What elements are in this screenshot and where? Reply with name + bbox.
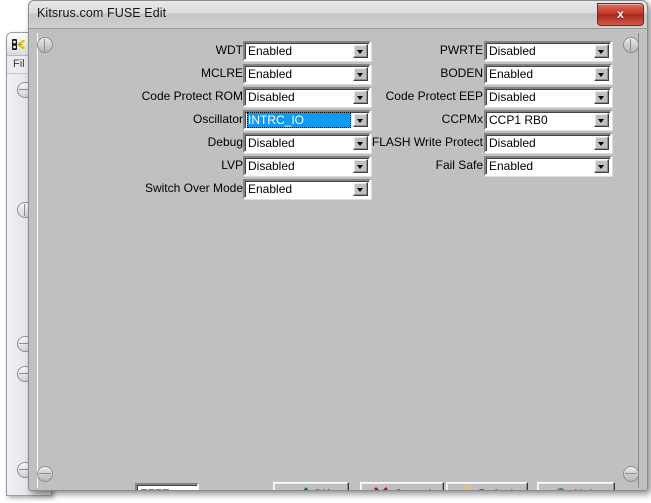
fuse-row-code-protect-eep: Code Protect EEP Disabled bbox=[319, 87, 629, 107]
fuse-label-switch-over-mode: Switch Over Mode bbox=[145, 181, 243, 195]
fuse-label-fail-safe: Fail Safe bbox=[436, 158, 483, 172]
fuse-value-flash-write-protect: Disabled bbox=[489, 136, 590, 151]
help-rest: elp bbox=[583, 487, 599, 491]
fuse-combo-fail-safe[interactable]: Enabled bbox=[484, 156, 612, 176]
svg-text:?: ? bbox=[557, 487, 565, 491]
ok-button[interactable]: OK bbox=[273, 482, 349, 491]
chevron-down-icon[interactable] bbox=[353, 182, 368, 196]
fuse-combo-ccpmx[interactable]: CCP1 RB0 bbox=[484, 110, 612, 130]
cancel-button-label: Cancel bbox=[394, 487, 431, 491]
fuse-label-mclre: MCLRE bbox=[201, 66, 243, 80]
chevron-down-icon[interactable] bbox=[594, 136, 609, 150]
default-button-label: Default bbox=[478, 487, 516, 491]
dialog-body: WDT Enabled MCLRE Enabled Code Protect R… bbox=[29, 29, 647, 491]
fuse-row-flash-write-protect: FLASH Write Protect Disabled bbox=[319, 133, 629, 153]
default-button[interactable]: Default bbox=[446, 482, 528, 491]
chip-programmer-icon bbox=[11, 37, 26, 52]
fuse-label-code-protect-rom: Code Protect ROM bbox=[142, 89, 243, 103]
cancel-button[interactable]: Cancel bbox=[360, 482, 444, 491]
fuse-label-boden: BODEN bbox=[440, 66, 483, 80]
id-label: ID bbox=[109, 490, 121, 491]
fuse-row-fail-safe: Fail Safe Enabled bbox=[319, 156, 629, 176]
fuse-value-switch-over-mode: Enabled bbox=[248, 182, 349, 197]
fuse-label-pwrte: PWRTE bbox=[440, 43, 483, 57]
blue-question-mark-icon: ? bbox=[553, 486, 569, 491]
help-accel: H bbox=[574, 487, 583, 491]
fuse-value-boden: Enabled bbox=[489, 67, 590, 82]
fuse-value-fail-safe: Enabled bbox=[489, 159, 590, 174]
chevron-down-icon[interactable] bbox=[594, 90, 609, 104]
fuse-combo-code-protect-eep[interactable]: Disabled bbox=[484, 87, 612, 107]
dialog-grip-bottom-right[interactable] bbox=[623, 466, 639, 482]
fuse-value-code-protect-eep: Disabled bbox=[489, 90, 590, 105]
fuse-label-debug: Debug bbox=[208, 135, 243, 149]
chevron-down-icon[interactable] bbox=[594, 44, 609, 58]
help-button[interactable]: ? Help bbox=[537, 482, 615, 491]
close-icon[interactable]: x bbox=[597, 3, 644, 26]
fuse-label-ccpmx: CCPMx bbox=[442, 112, 483, 126]
dialog-grip-bottom-left[interactable] bbox=[37, 466, 53, 482]
green-check-icon bbox=[292, 486, 308, 491]
fuse-label-code-protect-eep: Code Protect EEP bbox=[386, 89, 483, 103]
fuse-row-switch-over-mode: Switch Over Mode Enabled bbox=[69, 179, 403, 199]
fuse-value-ccpmx: CCP1 RB0 bbox=[489, 113, 590, 128]
fuse-edit-dialog: Kitsrus.com FUSE Edit x WDT Enabled MCLR… bbox=[28, 0, 648, 491]
dialog-title: Kitsrus.com FUSE Edit bbox=[37, 6, 166, 20]
fuse-combo-switch-over-mode[interactable]: Enabled bbox=[243, 179, 371, 199]
id-input[interactable]: FFFF bbox=[135, 483, 199, 491]
fuse-label-lvp: LVP bbox=[221, 158, 243, 172]
dialog-grip-top-left[interactable] bbox=[37, 37, 53, 53]
fuse-combo-pwrte[interactable]: Disabled bbox=[484, 41, 612, 61]
red-x-icon bbox=[373, 486, 389, 491]
fuse-row-pwrte: PWRTE Disabled bbox=[319, 41, 629, 61]
chevron-down-icon[interactable] bbox=[594, 159, 609, 173]
yellow-sun-icon bbox=[457, 486, 473, 491]
fuse-label-flash-write-protect: FLASH Write Protect bbox=[372, 135, 483, 149]
chevron-down-icon[interactable] bbox=[594, 113, 609, 127]
fuse-combo-boden[interactable]: Enabled bbox=[484, 64, 612, 84]
fuse-value-pwrte: Disabled bbox=[489, 44, 590, 59]
fuse-combo-flash-write-protect[interactable]: Disabled bbox=[484, 133, 612, 153]
ok-button-label: OK bbox=[313, 487, 330, 491]
fuse-row-ccpmx: CCPMx CCP1 RB0 bbox=[319, 110, 629, 130]
screen: Fil Kitsrus.com FUSE Edit x WDT Enable bbox=[0, 0, 651, 503]
chevron-down-icon[interactable] bbox=[594, 67, 609, 81]
fuse-label-wdt: WDT bbox=[216, 43, 243, 57]
fuse-row-boden: BODEN Enabled bbox=[319, 64, 629, 84]
dialog-titlebar[interactable]: Kitsrus.com FUSE Edit x bbox=[29, 1, 647, 29]
help-button-label: Help bbox=[574, 487, 599, 491]
fuse-label-oscillator: Oscillator bbox=[193, 112, 243, 126]
